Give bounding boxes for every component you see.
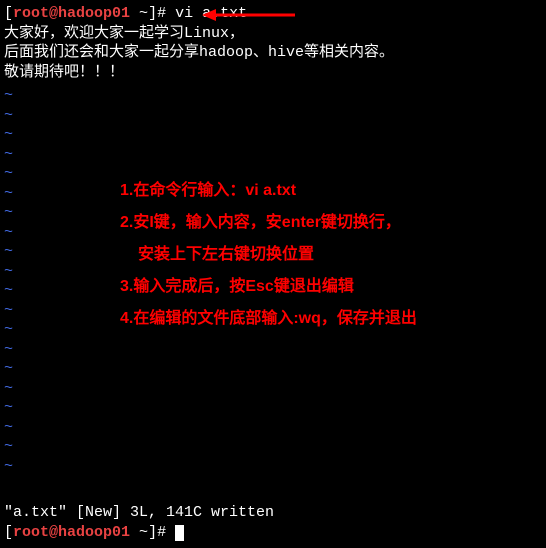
vi-tilde: ~ bbox=[4, 418, 542, 438]
annotation-line-3: 安装上下左右键切换位置 bbox=[120, 239, 417, 271]
annotation-line-2: 2.安I键，输入内容，安enter键切换行， bbox=[120, 207, 417, 239]
annotation-arrow-icon bbox=[200, 6, 300, 24]
vi-status-line: "a.txt" [New] 3L, 141C written bbox=[4, 503, 274, 523]
prompt-close: ]# bbox=[148, 5, 175, 22]
annotation-line-1: 1.在命令行输入：vi a.txt bbox=[120, 175, 417, 207]
vi-tilde: ~ bbox=[4, 125, 542, 145]
prompt-open: [ bbox=[4, 5, 13, 22]
content-line-2: 后面我们还会和大家一起分享hadoop、hive等相关内容。 bbox=[4, 43, 542, 63]
terminal-bottom: "a.txt" [New] 3L, 141C written [root@had… bbox=[4, 501, 274, 542]
vi-tilde: ~ bbox=[4, 145, 542, 165]
vi-tilde: ~ bbox=[4, 379, 542, 399]
prompt-close: ]# bbox=[148, 524, 175, 541]
prompt-user: root@hadoop01 bbox=[13, 5, 130, 22]
file-content: 大家好，欢迎大家一起学习Linux， 后面我们还会和大家一起分享hadoop、h… bbox=[4, 24, 542, 83]
vi-tilde: ~ bbox=[4, 437, 542, 457]
annotation-line-5: 4.在编辑的文件底部输入:wq，保存并退出 bbox=[120, 303, 417, 335]
vi-tilde: ~ bbox=[4, 106, 542, 126]
vi-tilde: ~ bbox=[4, 359, 542, 379]
prompt-line-2: [root@hadoop01 ~]# bbox=[4, 523, 274, 543]
annotation-line-4: 3.输入完成后，按Esc键退出编辑 bbox=[120, 271, 417, 303]
prompt-open: [ bbox=[4, 524, 13, 541]
prompt-path: ~ bbox=[130, 524, 148, 541]
prompt-path: ~ bbox=[130, 5, 148, 22]
vi-tilde: ~ bbox=[4, 86, 542, 106]
vi-tilde: ~ bbox=[4, 457, 542, 477]
content-line-3: 敬请期待吧！！！ bbox=[4, 63, 542, 83]
prompt-user: root@hadoop01 bbox=[13, 524, 130, 541]
vi-tilde: ~ bbox=[4, 398, 542, 418]
annotation-overlay: 1.在命令行输入：vi a.txt 2.安I键，输入内容，安enter键切换行，… bbox=[120, 175, 417, 335]
content-line-1: 大家好，欢迎大家一起学习Linux， bbox=[4, 24, 542, 44]
vi-tilde: ~ bbox=[4, 340, 542, 360]
cursor bbox=[175, 525, 184, 541]
